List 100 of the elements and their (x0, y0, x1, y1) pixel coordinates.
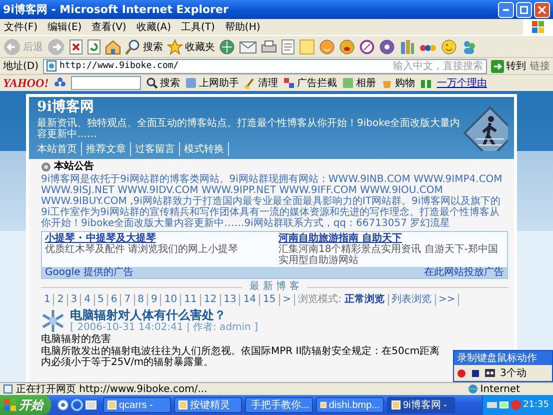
toolbar-button[interactable]: 购物 (380, 76, 415, 90)
search-field[interactable] (70, 76, 141, 90)
printer-icon[interactable] (261, 38, 277, 54)
address-field[interactable]: http://www.9iboke.com/ 输入中文，直接搜索 (42, 58, 487, 74)
menu-item[interactable]: 编辑(E) (48, 20, 82, 34)
windows-logo-icon (4, 399, 16, 411)
page-link[interactable]: 4 (81, 294, 94, 306)
menu-item[interactable]: 工具(T) (181, 20, 215, 34)
page-link[interactable]: 3 (68, 294, 82, 306)
toolbar-button[interactable]: 相册 (342, 76, 376, 90)
window-title: 9i博客网 - Microsoft Internet Explorer (3, 2, 230, 17)
document-icon[interactable] (281, 38, 295, 54)
page-link[interactable]: 12 (200, 294, 221, 306)
taskbar-button[interactable]: qcarrs - (103, 397, 171, 413)
page-link[interactable]: > (280, 294, 296, 306)
close-button[interactable] (534, 2, 550, 18)
blocks-icon (282, 77, 295, 89)
toolbar-button[interactable]: 上网助手 (184, 76, 239, 90)
taskbar-button[interactable]: 手把手教你... (245, 397, 313, 413)
window-icon (320, 400, 327, 410)
ad-text: 优质红木琴及配件 请浏览我们的网上小提琴 (45, 244, 240, 255)
more-link[interactable]: >> (436, 294, 460, 306)
cassette-icon[interactable] (485, 368, 495, 378)
view-mode-label: 浏览模式: (297, 294, 342, 306)
ad-link[interactable]: 小提琴 · 中提琴及大提琴 (45, 233, 270, 244)
yahoo-logo[interactable]: YAHOO! (3, 76, 49, 90)
search-button[interactable]: 搜索 (146, 76, 180, 90)
links-button[interactable]: 链接 (530, 59, 550, 73)
menu-item[interactable]: 文件(F) (4, 20, 38, 34)
menu-item[interactable]: 帮助(H) (224, 20, 260, 34)
notice-heading: 本站公告 (54, 161, 94, 173)
search-icon (125, 38, 141, 54)
taskbar-button[interactable]: 9i博客网 - (387, 397, 455, 413)
toolbar-button[interactable]: 清理 (244, 76, 278, 90)
books-icon[interactable] (399, 38, 415, 54)
menu-item[interactable]: 收藏(A) (136, 20, 171, 34)
smiley-icon[interactable] (319, 38, 335, 54)
minimize-button[interactable] (498, 2, 514, 18)
search-button[interactable]: 搜索 (125, 38, 163, 54)
maximize-button[interactable] (516, 2, 532, 18)
view-mode-link[interactable]: 列表浏览 (388, 294, 436, 306)
snowflake-icon (41, 308, 65, 332)
page-link[interactable]: 15 (260, 294, 280, 306)
recorder-title: 录制键盘鼠标动作 (454, 351, 552, 365)
winking-face-icon[interactable] (441, 38, 457, 54)
nav-link[interactable]: 推荐文章 (82, 142, 131, 156)
page-link[interactable]: 7 (121, 294, 135, 306)
menu-item[interactable]: 查看(V) (92, 20, 126, 34)
nav-link[interactable]: 过客留言 (131, 142, 180, 156)
window-icon (391, 400, 401, 410)
nav-link[interactable]: 本站首页 (37, 142, 82, 156)
megaphone-icon (41, 162, 51, 172)
page-link[interactable]: 8 (134, 294, 148, 306)
clock: 21:35 (523, 400, 549, 410)
ad-link[interactable]: 河南自助旅游指南 自助天下 (278, 233, 504, 244)
zone-label: Internet (480, 384, 520, 394)
post-text: 电脑所散发出的辐射电波往往为人们所忽视。依国际MPR II防辐射安全规定：在50cm距离内必须小于等于25V/m的辐射暴露量。 (41, 346, 441, 368)
record-icon[interactable] (457, 368, 466, 378)
home-icon[interactable] (105, 38, 121, 54)
favorites-button[interactable]: 收藏夹 (167, 38, 215, 54)
taskbar-button[interactable]: 按键精灵 (174, 397, 242, 413)
page-link[interactable]: 6 (108, 294, 122, 306)
go-button[interactable]: 转到 (491, 59, 526, 73)
minimize-icon (503, 8, 509, 10)
start-button[interactable]: 开始 (0, 395, 51, 415)
window-icon (178, 400, 188, 410)
stop-icon[interactable] (471, 368, 480, 378)
page-link[interactable]: 10 (161, 294, 182, 306)
address-search-hint: 输入中文，直接搜索 (393, 60, 483, 73)
page-link[interactable]: 1 (41, 294, 54, 306)
promo-link[interactable]: 一万个理由 (436, 76, 487, 90)
post-title[interactable]: 电脑辐射对人体有什么害处？ (70, 308, 258, 322)
mail-icon[interactable] (239, 40, 257, 54)
flower-icon[interactable] (54, 77, 66, 89)
page-link[interactable]: 13 (220, 294, 240, 306)
page-link[interactable]: 14 (240, 294, 260, 306)
refresh-icon[interactable] (87, 38, 101, 54)
advertise-link[interactable]: 在此网站投放广告 (424, 267, 504, 278)
site-title: 9i博客网 (37, 99, 96, 116)
page-link[interactable]: 2 (54, 294, 68, 306)
page-link[interactable]: 9 (148, 294, 162, 306)
windows-logo-icon (532, 21, 544, 33)
view-mode-link[interactable]: 正常浏览 (342, 294, 389, 306)
recorder-status: 3个动 (500, 367, 526, 380)
nav-link[interactable]: 模式转换 (180, 142, 229, 156)
toolbar-button[interactable]: 广告拦截 (282, 76, 337, 90)
stop-icon[interactable] (69, 38, 83, 54)
people-icon[interactable] (461, 38, 477, 54)
section-title: 最 新 博 客 (250, 281, 300, 293)
site-slogan: 最新资讯、独特观点、全面互动的博客站点。打造最个性博客从你开始！9iboke全面改版大量内容更新中…… (37, 118, 462, 140)
address-label: 地址(D) (3, 60, 39, 73)
post-meta: [ 2006-10-31 14:02:41 | 作者: admin ] (70, 322, 258, 333)
window-icon (107, 400, 117, 410)
star-icon (167, 38, 183, 54)
maximize-icon (520, 6, 528, 14)
ad-provider-link[interactable]: Google 提供的广告 (45, 267, 134, 278)
taskbar-button[interactable]: dishi.bmp... (316, 397, 384, 413)
close-icon (538, 6, 546, 14)
page-link[interactable]: 11 (181, 294, 201, 306)
page-link[interactable]: 5 (94, 294, 108, 306)
